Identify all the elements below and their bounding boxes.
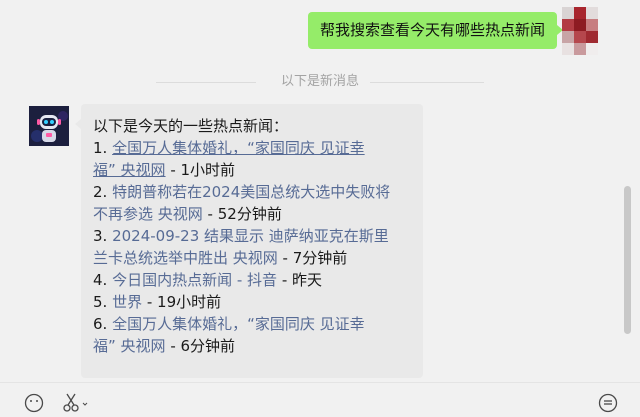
outgoing-message-bubble[interactable]: 帮我搜索查看今天有哪些热点新闻 [307,12,564,49]
new-messages-divider: 以下是新消息 [0,72,640,92]
user-avatar-icon[interactable] [562,7,598,55]
news-item-cont: 不再参选 央视网 - 52分钟前 [93,205,282,223]
news-item-cont: 兰卡总统选举中胜出 央视网 - 7分钟前 [93,249,348,267]
news-link[interactable]: 不再参选 央视网 [93,205,203,223]
news-item: 4. 今日国内热点新闻 - 抖音 - 昨天 [93,271,322,289]
news-link[interactable]: 世界 [112,293,142,311]
news-item-cont: 福” 央视网 - 1小时前 [93,161,236,179]
news-item: 1. 全国万人集体婚礼，“家国同庆 见证幸 [93,139,365,157]
reply-intro: 以下是今天的一些热点新闻： [93,117,289,135]
chat-history-icon[interactable] [598,393,618,413]
news-item: 2. 特朗普称若在2024美国总统大选中失败将 [93,183,391,201]
news-item: 3. 2024-09-23 结果显示 迪萨纳亚克在斯里 [93,227,389,245]
scissors-icon[interactable] [62,393,82,413]
news-link[interactable]: 今日国内热点新闻 - 抖音 [112,271,277,289]
chat-scrollbar[interactable] [624,186,631,334]
incoming-message-bubble[interactable]: 以下是今天的一些热点新闻： 1. 全国万人集体婚礼，“家国同庆 见证幸 福” 央… [75,104,423,378]
chat-area: 帮我搜索查看今天有哪些热点新闻 以下是新消息 以下是今天的一些热点新闻： 1. … [0,0,640,382]
news-link[interactable]: 特朗普称若在2024美国总统大选中失败将 [112,183,390,201]
chevron-down-icon[interactable] [82,393,88,413]
news-link[interactable]: 兰卡总统选举中胜出 央视网 [93,249,278,267]
news-link[interactable]: 福” 央视网 [93,337,166,355]
robot-avatar-icon[interactable] [29,106,69,146]
news-item: 6. 全国万人集体婚礼，“家国同庆 见证幸 [93,315,365,333]
news-item-cont: 福” 央视网 - 6分钟前 [93,337,236,355]
news-link[interactable]: 福” 央视网 [93,161,166,179]
news-link[interactable]: 全国万人集体婚礼，“家国同庆 见证幸 [112,315,365,333]
emoji-icon[interactable] [24,393,44,413]
news-link[interactable]: 全国万人集体婚礼，“家国同庆 见证幸 [112,139,365,157]
news-link[interactable]: 2024-09-23 结果显示 迪萨纳亚克在斯里 [112,227,389,245]
outgoing-message-text: 帮我搜索查看今天有哪些热点新闻 [319,21,545,39]
news-item: 5. 世界 - 19小时前 [93,293,222,311]
divider-text: 以下是新消息 [280,74,359,89]
input-toolbar [0,382,640,413]
